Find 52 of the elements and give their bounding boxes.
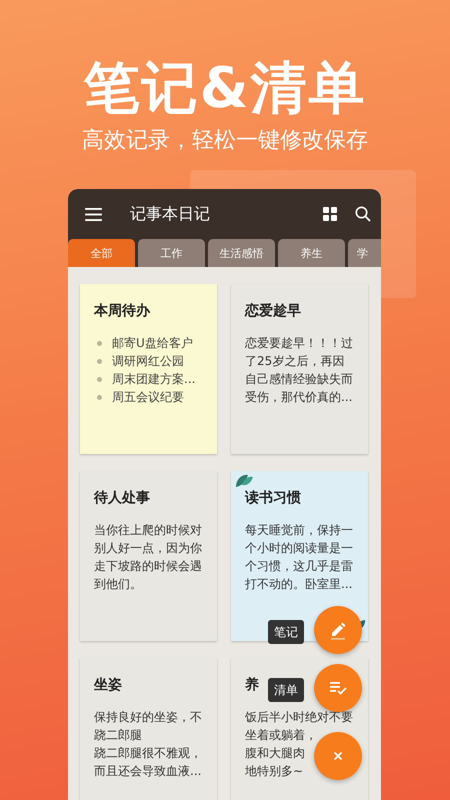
fab-label: 笔记 xyxy=(268,620,304,644)
note-title: 恋爱趁早 xyxy=(245,302,301,320)
note-card[interactable]: 恋爱趁早 恋爱要趁早！！！过 了25岁之后，再因 自己感情经验缺失而 受伤，那代价真的... xyxy=(231,284,368,454)
app-title: 记事本日记 xyxy=(130,204,211,224)
list-item: 周末团建方案... xyxy=(112,371,196,388)
note-text: 打不动的。卧室里... xyxy=(245,577,352,591)
category-tab[interactable]: 养生 xyxy=(278,239,345,267)
close-icon xyxy=(331,749,345,763)
search-icon[interactable] xyxy=(355,206,371,222)
grid-view-icon[interactable] xyxy=(323,207,337,221)
note-card[interactable]: 坐姿 保持良好的坐姿，不 跷二郎腿 跷二郎腿很不雅观， 而且还会导致血液... xyxy=(80,658,217,800)
category-tab[interactable]: 生活感悟 xyxy=(208,239,275,267)
bullet-icon xyxy=(97,358,102,364)
note-text: 当你往上爬的时候对 xyxy=(94,523,202,537)
note-text: 腹和大腿肉 xyxy=(245,746,305,760)
list-item: 邮寄U盘给客户 xyxy=(112,335,193,352)
fab-label: 清单 xyxy=(268,678,304,702)
note-text: 走下坡路的时候会遇 xyxy=(94,559,202,573)
note-text: 恋爱要趁早！！！过 xyxy=(245,336,353,350)
note-text: 饭后半小时绝对不要 xyxy=(245,710,353,724)
note-card[interactable]: 待人处事 当你往上爬的时候对 别人好一点，因为你 走下坡路的时候会遇 到他们。 xyxy=(80,471,217,641)
bullet-icon xyxy=(97,394,102,400)
pencil-icon xyxy=(328,620,348,640)
list-item: 周五会议纪要 xyxy=(112,389,184,406)
category-tab[interactable]: 工作 xyxy=(138,239,205,267)
bullet-icon xyxy=(97,376,102,382)
note-text: 而且还会导致血液... xyxy=(94,764,202,778)
note-title: 本周待办 xyxy=(94,302,150,320)
note-text: 跷二郎腿很不雅观， xyxy=(94,746,202,760)
note-title: 养 xyxy=(245,676,259,694)
note-text: 了25岁之后，再因 xyxy=(245,354,344,368)
subtitle: 高效记录，轻松一键修改保存 xyxy=(82,127,368,155)
bullet-icon xyxy=(97,340,102,346)
menu-icon[interactable] xyxy=(85,208,102,220)
note-title: 坐姿 xyxy=(94,676,122,694)
note-text: 别人好一点，因为你 xyxy=(94,541,202,555)
note-text: 坐着或躺着， xyxy=(245,728,317,742)
note-text: 个习惯，这几乎是雷 xyxy=(245,559,353,573)
note-title: 待人处事 xyxy=(94,489,150,507)
note-title: 读书习惯 xyxy=(245,489,301,507)
note-text: 跷二郎腿 xyxy=(94,728,142,742)
note-card[interactable]: 本周待办 邮寄U盘给客户 调研网红公园 周末团建方案... 周五会议纪要 xyxy=(80,284,217,454)
note-text: 到他们。 xyxy=(94,577,142,591)
note-text: 保持良好的坐姿，不 xyxy=(94,710,202,724)
list-item: 调研网红公园 xyxy=(112,353,184,370)
note-text: 自己感情经验缺失而 xyxy=(245,372,353,386)
note-text: 个小时的阅读量是一 xyxy=(245,541,353,555)
headline: 笔记&清单 xyxy=(84,55,366,123)
note-text: 受伤，那代价真的... xyxy=(245,390,352,404)
category-tab[interactable]: 学 xyxy=(348,239,381,267)
note-text: 地特别多~ xyxy=(245,764,304,778)
note-text: 每天睡觉前，保持一 xyxy=(245,523,353,537)
